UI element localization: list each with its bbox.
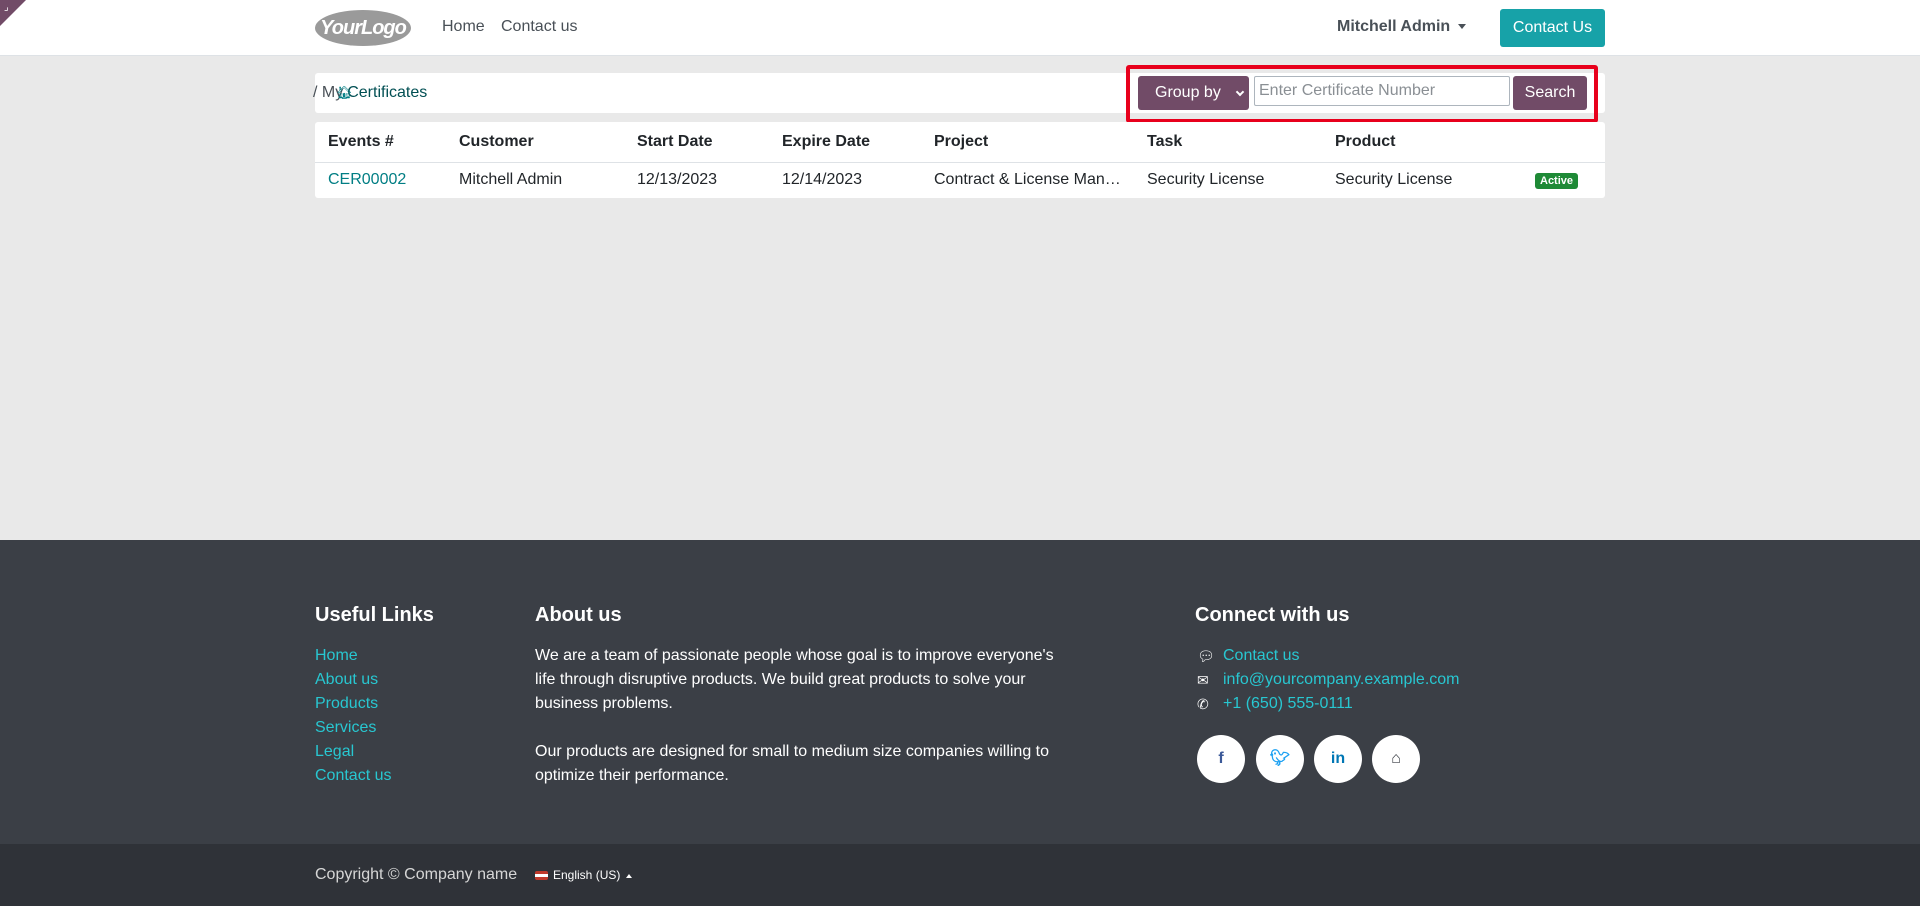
column-header-status	[1522, 122, 1605, 163]
column-header-events[interactable]: Events #	[315, 122, 446, 163]
connect-contact-link[interactable]: 💬︎ Contact us	[1195, 644, 1460, 668]
cell-start-date: 12/13/2023	[637, 171, 718, 189]
footer-link-legal[interactable]: Legal	[315, 740, 391, 764]
caret-up-icon	[626, 873, 633, 878]
nav-contact-link[interactable]: Contact us	[501, 18, 577, 36]
footer-link-about[interactable]: About us	[315, 668, 391, 692]
comment-icon: 💬︎	[1197, 648, 1215, 664]
contact-us-button[interactable]: Contact Us	[1500, 9, 1605, 47]
footer-link-contact[interactable]: Contact us	[315, 764, 391, 788]
about-us-title: About us	[535, 604, 622, 626]
column-header-project[interactable]: Project	[921, 122, 1134, 163]
breadcrumb-certificates-link[interactable]: Certificates	[347, 84, 427, 101]
user-menu-dropdown[interactable]: Mitchell Admin	[1337, 18, 1467, 36]
search-button[interactable]: Search	[1513, 76, 1587, 110]
table-row[interactable]: CER00002 Mitchell Admin 12/13/2023 12/14…	[315, 162, 1605, 198]
connect-list: 💬︎ Contact us ✉ info@yourcompany.example.c…	[1195, 644, 1460, 716]
certificate-number-link[interactable]: CER00002	[328, 171, 406, 188]
facebook-icon[interactable]: f	[1197, 735, 1245, 783]
chevron-down-icon	[1235, 87, 1245, 97]
site-header: YourLogo Home Contact us Mitchell Admin …	[0, 0, 1920, 56]
envelope-icon: ✉	[1197, 672, 1209, 688]
cell-task: Security License	[1147, 171, 1265, 189]
site-footer: Useful Links Home About us Products Serv…	[0, 540, 1920, 844]
twitter-icon[interactable]: 🐦︎	[1256, 735, 1304, 783]
cell-expire-date: 12/14/2023	[782, 171, 863, 189]
column-header-task[interactable]: Task	[1134, 122, 1322, 163]
nav-home-link[interactable]: Home	[442, 18, 485, 36]
column-header-start-date[interactable]: Start Date	[624, 122, 769, 163]
connect-phone-link[interactable]: ✆ +1 (650) 555-0111	[1195, 692, 1460, 716]
status-badge: Active	[1535, 173, 1579, 190]
footer-link-services[interactable]: Services	[315, 716, 391, 740]
phone-icon: ✆	[1197, 696, 1209, 712]
cell-customer: Mitchell Admin	[459, 171, 563, 189]
table-header-row: Events # Customer Start Date Expire Date…	[315, 122, 1605, 163]
column-header-customer[interactable]: Customer	[446, 122, 624, 163]
cell-product: Security License	[1335, 171, 1453, 189]
user-name: Mitchell Admin	[1337, 18, 1451, 35]
breadcrumb: / My 🏠︎ Certificates	[313, 84, 427, 102]
copyright-text: Copyright © Company name	[315, 866, 518, 883]
useful-links-list: Home About us Products Services Legal Co…	[315, 644, 391, 788]
language-selector[interactable]: English (US)	[535, 868, 633, 882]
cell-project: Contract & License Management	[934, 171, 1124, 189]
language-label: English (US)	[553, 868, 621, 882]
copyright-bar: Copyright © Company name English (US)	[0, 844, 1920, 906]
caret-down-icon	[1458, 24, 1467, 30]
group-by-select[interactable]: Group by	[1138, 76, 1249, 110]
column-header-product[interactable]: Product	[1322, 122, 1522, 163]
column-header-expire-date[interactable]: Expire Date	[769, 122, 921, 163]
about-us-paragraph-1: We are a team of passionate people whose…	[535, 647, 1054, 712]
linkedin-icon[interactable]: in	[1314, 735, 1362, 783]
us-flag-icon	[535, 871, 548, 881]
certificates-table: Events # Customer Start Date Expire Date…	[315, 122, 1605, 198]
footer-link-home[interactable]: Home	[315, 644, 391, 668]
company-logo[interactable]: YourLogo	[315, 10, 411, 46]
edit-corner-icon[interactable]: ⌟	[4, 2, 9, 13]
group-by-label: Group by	[1155, 84, 1221, 101]
home-icon[interactable]: 🏠︎	[336, 85, 353, 101]
connect-title: Connect with us	[1195, 604, 1350, 626]
useful-links-title: Useful Links	[315, 604, 434, 626]
footer-link-products[interactable]: Products	[315, 692, 391, 716]
home-social-icon[interactable]: ⌂	[1372, 735, 1420, 783]
certificate-number-input[interactable]	[1254, 76, 1510, 106]
about-us-paragraph-2: Our products are designed for small to m…	[535, 743, 1050, 784]
connect-email-link[interactable]: ✉ info@yourcompany.example.com	[1195, 668, 1460, 692]
